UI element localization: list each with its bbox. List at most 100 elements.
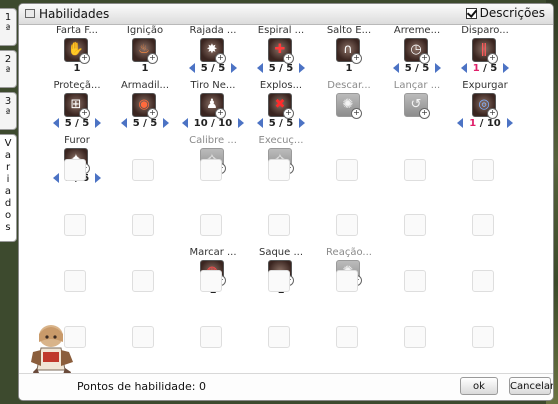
tab-third-class[interactable]: 3 ª xyxy=(0,92,17,130)
level-down-arrow-icon[interactable] xyxy=(392,63,399,73)
level-up-arrow-icon[interactable] xyxy=(231,63,238,73)
tab-first-class[interactable]: 1 ª xyxy=(0,8,17,46)
rain-icon[interactable]: ǁ + xyxy=(472,38,498,64)
level-up-arrow-icon[interactable] xyxy=(299,118,306,128)
level-up-arrow-icon[interactable] xyxy=(299,63,306,73)
empty-skill-slot xyxy=(64,214,86,236)
burst-icon[interactable]: ✸ + xyxy=(200,38,226,64)
skill-name: Espiral ... xyxy=(257,25,305,36)
empty-skill-slot xyxy=(472,326,494,348)
level-up-arrow-icon[interactable] xyxy=(503,63,510,73)
empty-skill-slot xyxy=(132,326,154,348)
skill-name: Tiro Ne... xyxy=(190,80,236,91)
level-down-arrow-icon[interactable] xyxy=(188,63,195,73)
skill-name: Ignição xyxy=(126,25,164,36)
skill-name: Calibre ... xyxy=(189,135,237,146)
skill-level-row: 1 xyxy=(110,63,180,74)
empty-skill-slot xyxy=(268,214,290,236)
empty-skill-slot xyxy=(404,159,426,181)
skill-name: Execuç... xyxy=(258,135,304,146)
empty-skill-slot xyxy=(132,270,154,292)
skill-name: Explos... xyxy=(259,80,303,91)
trap-icon[interactable]: ◉ + xyxy=(132,93,158,119)
cancel-button[interactable]: Cancelar xyxy=(509,377,553,395)
level-down-arrow-icon[interactable] xyxy=(52,173,59,183)
skill-name: Reação... xyxy=(326,247,372,258)
empty-skill-slot xyxy=(200,159,222,181)
tab-label-char: ª xyxy=(5,66,11,77)
level-up-arrow-icon[interactable] xyxy=(506,118,513,128)
level-up-arrow-icon[interactable] xyxy=(163,118,170,128)
tab-label-char: ª xyxy=(5,108,11,119)
level-up-arrow-icon[interactable] xyxy=(238,118,245,128)
level-up-arrow-icon[interactable] xyxy=(95,173,102,183)
tab-label-char: 2 xyxy=(4,54,12,65)
skill-level-row: 5 / 5 xyxy=(246,63,316,74)
empty-skill-slot xyxy=(132,214,154,236)
skill-level: 5 / 5 xyxy=(200,63,226,74)
ok-button[interactable]: ok xyxy=(460,377,498,395)
skill-plus-icon: + xyxy=(419,108,430,119)
empty-skill-slot xyxy=(64,270,86,292)
skill-name: Salto E... xyxy=(326,25,372,36)
empty-skill-slot xyxy=(472,214,494,236)
empty-skill-slot xyxy=(472,270,494,292)
skill-level: 5 / 5 xyxy=(268,63,294,74)
throw-icon[interactable]: ↺ + xyxy=(404,93,430,119)
flame-icon[interactable]: ♨ + xyxy=(132,38,158,64)
skill-name: Lançar ... xyxy=(393,80,441,91)
discharge-icon[interactable]: ✺ + xyxy=(336,93,362,119)
hands-icon[interactable]: ✋ + xyxy=(64,38,90,64)
skill-level-row: 1 xyxy=(42,63,112,74)
skill-name: Armadil... xyxy=(120,80,170,91)
skill-level: 5 / 5 xyxy=(268,118,294,129)
skill-level: 1 xyxy=(141,63,149,74)
skill-level-row: 5 / 5 xyxy=(178,63,248,74)
skill-name: Arreme... xyxy=(393,25,441,36)
empty-skill-slot xyxy=(404,326,426,348)
tab-variados[interactable]: V a r i a d o s xyxy=(0,134,17,242)
shield-icon[interactable]: ⊞ + xyxy=(64,93,90,119)
explosion-icon[interactable]: ✖ + xyxy=(268,93,294,119)
skill-level-current: 1 xyxy=(472,63,480,74)
empty-skill-slot xyxy=(132,159,154,181)
level-down-arrow-icon[interactable] xyxy=(181,118,188,128)
skill-class-tabs: 1 ª 2 ª 3 ª V a r i a d o s xyxy=(0,0,18,404)
level-down-arrow-icon[interactable] xyxy=(457,118,464,128)
level-up-arrow-icon[interactable] xyxy=(95,118,102,128)
tab-label-char: 1 xyxy=(4,12,12,23)
skill-level-max: / 5 xyxy=(479,63,498,74)
skill-name: Marcar ... xyxy=(189,247,237,258)
skill-name: Disparo... xyxy=(461,25,509,36)
level-down-arrow-icon[interactable] xyxy=(52,118,59,128)
skill-level-row: 5 / 5 xyxy=(42,118,112,129)
empty-skill-slot xyxy=(200,214,222,236)
tab-label-char: i xyxy=(6,174,10,185)
level-up-arrow-icon[interactable] xyxy=(435,63,442,73)
tab-label-char: ª xyxy=(5,24,11,35)
tab-label-char: d xyxy=(4,198,12,209)
tab-label-char: a xyxy=(4,150,12,161)
skill-name: Saque ... xyxy=(258,247,304,258)
tab-label-char: r xyxy=(5,162,11,173)
level-down-arrow-icon[interactable] xyxy=(256,118,263,128)
skill-name: Proteçã... xyxy=(53,80,101,91)
clock-icon[interactable]: ◷ + xyxy=(404,38,430,64)
empty-skill-slot xyxy=(472,159,494,181)
skill-level: 10 / 10 xyxy=(193,118,233,129)
level-down-arrow-icon[interactable] xyxy=(120,118,127,128)
tab-label-char: V xyxy=(4,138,12,149)
empty-skill-slot xyxy=(200,270,222,292)
level-down-arrow-icon[interactable] xyxy=(460,63,467,73)
spiral-icon[interactable]: ✚ + xyxy=(268,38,294,64)
figure-icon[interactable]: ♟ + xyxy=(200,93,226,119)
level-down-arrow-icon[interactable] xyxy=(256,63,263,73)
tab-label-char: s xyxy=(5,222,11,233)
tab-label-char: 3 xyxy=(4,96,12,107)
empty-skill-slot xyxy=(268,159,290,181)
tab-second-class[interactable]: 2 ª xyxy=(0,50,17,88)
target-icon[interactable]: ◎ + xyxy=(472,93,498,119)
arc-icon[interactable]: ∩ + xyxy=(336,38,362,64)
tab-label-char: a xyxy=(4,186,12,197)
skill-plus-icon: + xyxy=(351,108,362,119)
